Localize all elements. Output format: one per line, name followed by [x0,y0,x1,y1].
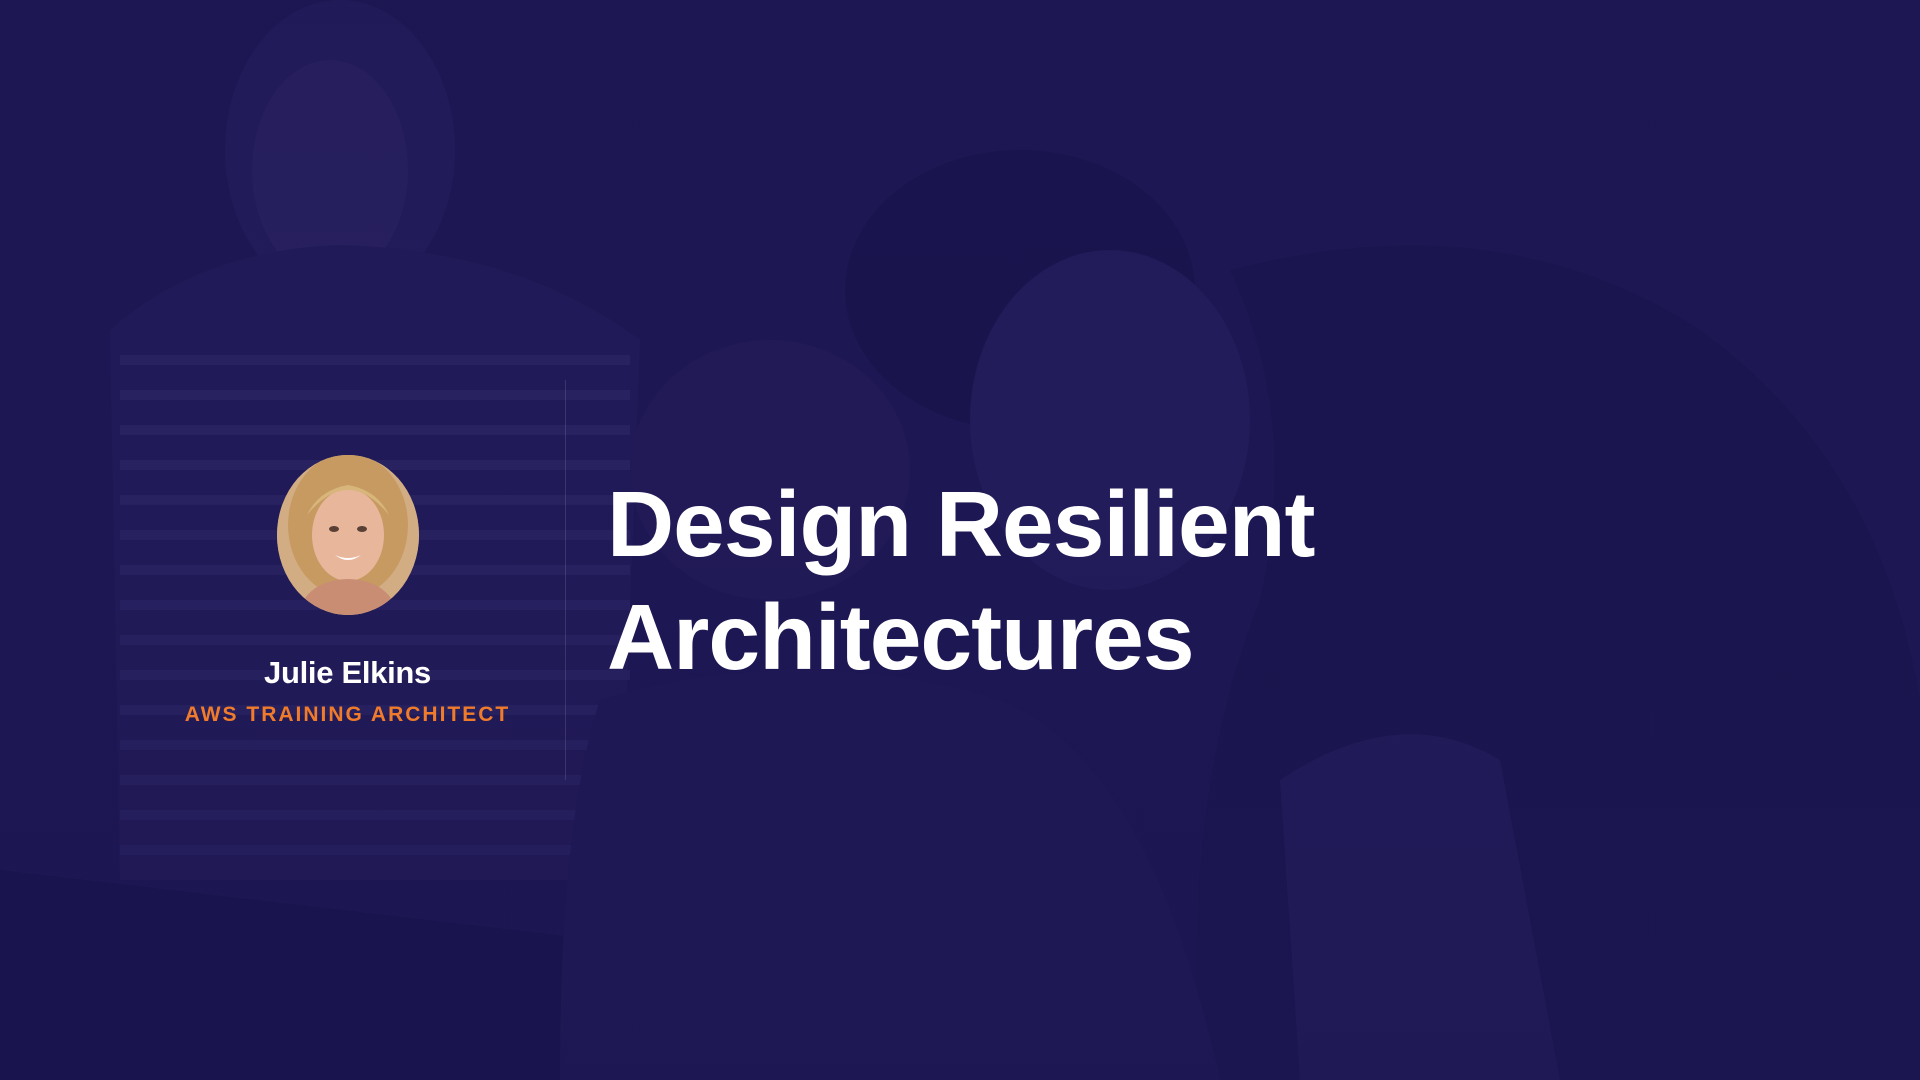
presenter-card: Julie Elkins AWS TRAINING ARCHITECT [150,455,545,727]
slide: Julie Elkins AWS TRAINING ARCHITECT Desi… [0,0,1920,1080]
presenter-photo [276,455,419,615]
presenter-name: Julie Elkins [264,655,431,690]
slide-title: Design Resilient Architectures [607,468,1607,694]
divider [565,380,566,780]
slide-title-line-2: Architectures [607,585,1195,689]
avatar [276,455,419,615]
presenter-role: AWS TRAINING ARCHITECT [184,703,511,726]
slide-title-line-1: Design Resilient [607,472,1316,576]
